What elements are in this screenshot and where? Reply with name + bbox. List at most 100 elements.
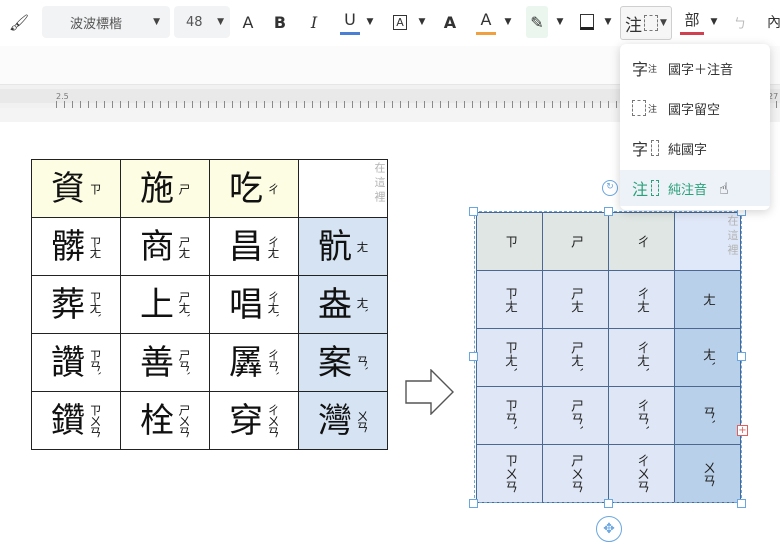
table-cell[interactable]: ㄗㄢˋ [476, 386, 543, 445]
zhuyin: ㄨㄢ [355, 409, 369, 432]
font-size-select[interactable]: 48 ▼ [174, 6, 230, 38]
zhuyin-button-label: 注 [625, 15, 643, 36]
placeholder-text: 在 這 裡 [726, 215, 739, 255]
placeholder-text: 在 這 裡 [373, 162, 386, 202]
zhuyin: ㄢˋ [355, 354, 369, 371]
table-cell[interactable]: 灣ㄨㄢ [298, 391, 388, 450]
table-cell[interactable]: ㄤˋ [674, 328, 741, 387]
highlight-icon[interactable]: ✎ [526, 6, 548, 38]
move-handle-icon[interactable]: ✥ [596, 516, 622, 542]
resize-handle[interactable] [604, 499, 613, 508]
resize-handle[interactable] [737, 352, 746, 361]
resize-handle[interactable] [469, 499, 478, 508]
menu-icon-main: 注 [632, 180, 649, 199]
table-cell[interactable]: 案ㄢˋ [298, 333, 388, 392]
chevron-down-icon[interactable]: ▼ [364, 6, 376, 38]
text-outline-icon[interactable]: A [440, 6, 460, 38]
table-cell[interactable]: 上ㄕㄤˋ [120, 275, 210, 334]
add-column-icon[interactable]: + [737, 425, 748, 436]
zhuyin: ㄨㄢ [700, 460, 715, 487]
table-cell[interactable]: 資ㄗ [31, 159, 121, 218]
format-painter-icon[interactable]: 🖌 [8, 6, 30, 38]
table-cell[interactable]: 髒ㄗㄤ [31, 217, 121, 276]
table-cell[interactable]: ㄕㄨㄢ [542, 444, 609, 503]
table-cell[interactable]: ㄕㄢˋ [542, 386, 609, 445]
menu-item-blank-hanzi[interactable]: 注 國字留空 [620, 90, 770, 126]
table-cell[interactable]: 唱ㄔㄤˋ [209, 275, 299, 334]
menu-item-zhuyin-only[interactable]: 注 純注音 ☝ [620, 170, 770, 206]
font-size-decrease-icon[interactable]: A [238, 6, 258, 38]
table-cell[interactable]: ㄗㄨㄢ [476, 444, 543, 503]
left-table[interactable]: 資ㄗ 施ㄕ 吃ㄔ 在 這 裡 髒ㄗㄤ 商ㄕㄤ 昌ㄔㄤ 骯ㄤ 葬ㄗㄤˋ 上ㄕㄤˋ … [31, 159, 388, 450]
hand-cursor-icon: ☝ [719, 178, 729, 198]
zhuyin: ㄔㄢˋ [634, 399, 649, 432]
table-cell[interactable]: 讚ㄗㄢˋ [31, 333, 121, 392]
table-cell[interactable]: 在 這 裡 [674, 212, 741, 271]
table-cell[interactable]: ㄔㄤ [608, 270, 675, 329]
table-cell[interactable]: ㄗ [476, 212, 543, 271]
underline-button[interactable]: U [340, 6, 360, 35]
right-table[interactable]: ㄗ ㄕ ㄔ 在 這 裡 ㄗㄤ ㄕㄤ ㄔㄤ ㄤ ㄗㄤˋ ㄕㄤˋ ㄔㄤˋ ㄤˋ ㄗㄢ… [476, 212, 741, 503]
resize-handle[interactable] [469, 352, 478, 361]
table-cell[interactable]: 商ㄕㄤ [120, 217, 210, 276]
table-cell[interactable]: 昌ㄔㄤ [209, 217, 299, 276]
table-cell[interactable]: ㄔㄤˋ [608, 328, 675, 387]
table-cell[interactable]: ㄤ [674, 270, 741, 329]
table-cell[interactable]: ㄗㄤˋ [476, 328, 543, 387]
zhuyin-button[interactable]: 注 ▼ [620, 6, 672, 40]
more-icon[interactable]: 內 [767, 6, 780, 38]
zhuyin: ㄕ [177, 183, 191, 194]
border-icon[interactable] [576, 6, 598, 38]
radical-button[interactable]: 部 [680, 6, 704, 35]
resize-handle[interactable] [469, 207, 478, 216]
table-cell[interactable]: 盎ㄤˋ [298, 275, 388, 334]
hanzi: 案 [318, 342, 352, 383]
table-cell[interactable]: 葬ㄗㄤˋ [31, 275, 121, 334]
table-cell[interactable]: ㄢˋ [674, 386, 741, 445]
chevron-down-icon[interactable]: ▼ [708, 6, 720, 38]
menu-item-label: 純注音 [668, 182, 708, 198]
table-cell[interactable]: ㄔ [608, 212, 675, 271]
menu-item-hanzi-zhuyin[interactable]: 字注 國字＋注音 [620, 50, 770, 86]
chevron-down-icon[interactable]: ▼ [602, 6, 614, 38]
text-box-button[interactable]: A [390, 6, 410, 38]
table-cell[interactable]: 穿ㄔㄨㄢ [209, 391, 299, 450]
tone-icon[interactable]: ㄅ [730, 6, 750, 38]
chevron-down-icon[interactable]: ▼ [502, 6, 514, 38]
table-cell[interactable]: ㄔㄢˋ [608, 386, 675, 445]
toolbar: 🖌 波波標楷 ▼ 48 ▼ A B I U ▼ A ▼ A A ▼ ✎ ▼ ▼ … [0, 0, 780, 46]
chevron-down-icon[interactable]: ▼ [554, 6, 566, 38]
menu-icon-main: 字 [632, 60, 649, 79]
chevron-down-icon[interactable]: ▼ [416, 6, 428, 38]
zhuyin-dropdown-menu: 字注 國字＋注音 注 國字留空 字 純國字 注 純注音 ☝ [620, 44, 770, 210]
font-family-select[interactable]: 波波標楷 ▼ [42, 6, 170, 38]
table-cell[interactable]: 栓ㄕㄨㄢ [120, 391, 210, 450]
font-color-button[interactable]: A [476, 6, 496, 35]
table-cell[interactable]: 在 這 裡 [298, 159, 388, 218]
menu-item-hanzi-only[interactable]: 字 純國字 [620, 130, 770, 166]
zhuyin: ㄤˋ [355, 296, 369, 313]
chevron-down-icon: ▼ [217, 17, 224, 27]
table-cell[interactable]: ㄨㄢ [674, 444, 741, 503]
table-cell[interactable]: ㄗㄤ [476, 270, 543, 329]
table-cell[interactable]: ㄕㄤˋ [542, 328, 609, 387]
resize-handle[interactable] [737, 499, 746, 508]
table-cell[interactable]: ㄔㄨㄢ [608, 444, 675, 503]
table-cell[interactable]: 善ㄕㄢˋ [120, 333, 210, 392]
table-cell[interactable]: ㄕㄤ [542, 270, 609, 329]
table-cell[interactable]: 吃ㄔ [209, 159, 299, 218]
hanzi-only-icon: 字 [620, 136, 668, 160]
rotate-handle-icon[interactable]: ↻ [602, 180, 618, 196]
table-cell[interactable]: ㄕ [542, 212, 609, 271]
resize-handle[interactable] [604, 207, 613, 216]
italic-button[interactable]: I [304, 6, 324, 38]
dashed-box-icon [651, 180, 660, 196]
table-cell[interactable]: 施ㄕ [120, 159, 210, 218]
zhuyin: ㄢˋ [700, 405, 715, 426]
table-cell[interactable]: 羼ㄔㄢˋ [209, 333, 299, 392]
zhuyin: ㄗㄤˋ [502, 341, 517, 374]
zhuyin: ㄗ [88, 183, 102, 194]
bold-button[interactable]: B [270, 6, 290, 38]
table-cell[interactable]: 骯ㄤ [298, 217, 388, 276]
table-cell[interactable]: 鑽ㄗㄨㄢ [31, 391, 121, 450]
